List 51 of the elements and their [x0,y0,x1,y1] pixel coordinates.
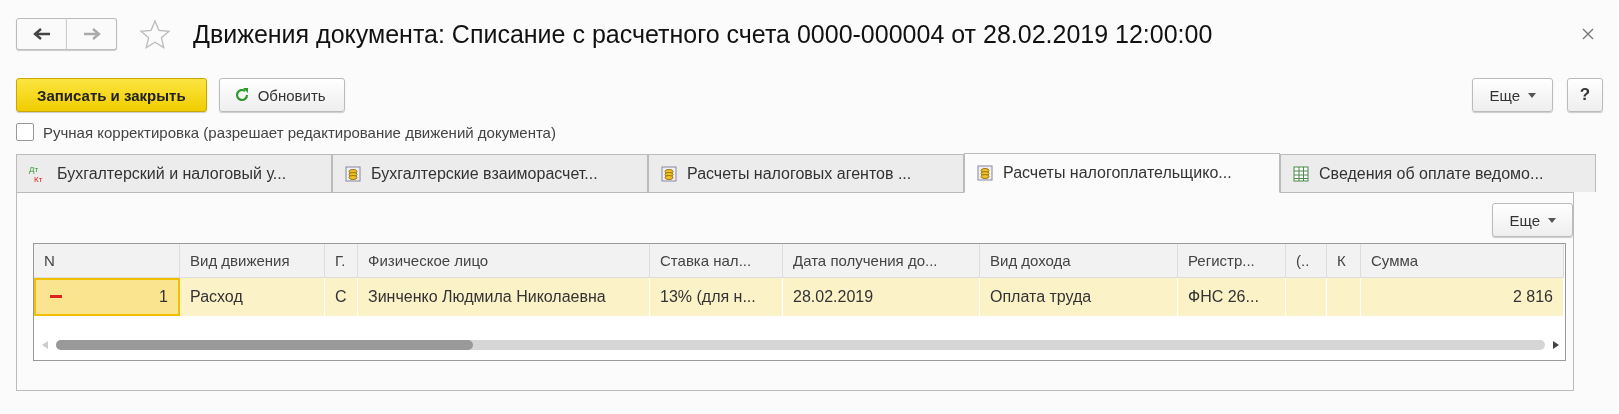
checkbox[interactable] [16,123,34,141]
scroll-right-icon[interactable] [1553,341,1559,349]
caret-icon [1528,92,1536,98]
table-cell: 1 [34,278,180,316]
more-button[interactable]: Еще [1492,203,1573,237]
table-cell: Оплата труда [980,278,1178,316]
caret-icon [1548,217,1556,223]
table-cell [1327,278,1361,316]
column-header[interactable]: Вид движения [180,244,325,278]
column-header[interactable]: (.. [1286,244,1327,278]
more-button[interactable]: Еще [1472,78,1553,112]
save-and-close-button[interactable]: Записать и закрыть [16,78,207,112]
column-header[interactable]: Г. [325,244,358,278]
column-header[interactable]: Сумма [1361,244,1564,278]
checkbox-label: Ручная корректировка (разрешает редактирование движений документа) [43,123,556,141]
table-cell: Зинченко Людмила Николаевна [358,278,650,316]
table-cell: ФНС 26... [1178,278,1286,316]
back-arrow-icon [32,28,51,40]
column-header[interactable]: Ставка нал... [650,244,783,278]
table-cell: Расход [180,278,325,316]
coins-icon [345,165,361,182]
tab[interactable]: Дт Кт Бухгалтерский и налоговый у... [16,154,332,192]
tab[interactable]: Расчеты налоговых агентов ... [648,154,964,192]
coins-icon [661,165,677,182]
table-cell: С [325,278,358,316]
forward-arrow-icon [82,28,101,40]
column-header[interactable]: N [34,244,180,278]
table-cell: 28.02.2019 [783,278,980,316]
refresh-button[interactable]: Обновить [218,78,345,112]
tab[interactable]: Сведения об оплате ведомо... [1280,154,1596,192]
back-button[interactable] [16,18,67,50]
table-cell: 2 816 [1361,278,1564,316]
coins-icon [977,165,993,181]
debit-credit-icon: Дт Кт [29,163,47,184]
minus-icon [50,295,62,299]
column-header[interactable]: Дата получения до... [783,244,980,278]
column-header[interactable]: К [1327,244,1361,278]
tab[interactable]: Расчеты налогоплательщико... [964,153,1280,193]
table-cell [1286,278,1327,316]
star-icon[interactable] [139,19,171,49]
column-header[interactable]: Вид дохода [980,244,1178,278]
tab[interactable]: Бухгалтерские взаиморасчет... [332,154,648,192]
close-icon[interactable] [1581,27,1595,41]
column-header[interactable]: Физическое лицо [358,244,650,278]
table-icon [1293,165,1309,182]
refresh-icon [233,87,250,103]
column-header[interactable]: Регистр... [1178,244,1286,278]
window-title: Движения документа: Списание с расчетного счета 0000-000004 от 28.02.2019 12:00:00 [193,19,1214,49]
scroll-left-icon[interactable] [42,341,48,349]
help-button[interactable]: ? [1567,78,1603,112]
table-cell: 13% (для н... [650,278,783,316]
